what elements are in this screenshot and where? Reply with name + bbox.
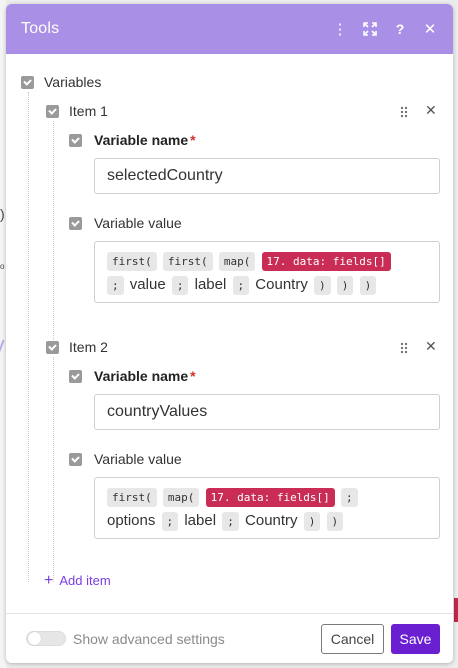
item-1-value-input[interactable]: first( first( map( 17. data: fields[] ; … — [94, 241, 440, 303]
text-token: options — [107, 512, 156, 530]
drag-handle-icon[interactable] — [400, 106, 408, 118]
panel-title: Tools — [21, 20, 60, 37]
function-token[interactable]: map( — [162, 487, 200, 507]
text-token: Country — [245, 512, 298, 530]
plus-icon: + — [44, 572, 54, 589]
item-2-name-checkbox[interactable] — [69, 370, 82, 383]
separator-token[interactable]: ; — [171, 275, 189, 295]
separator-token[interactable]: ; — [222, 511, 239, 531]
close-paren-token[interactable]: ) — [314, 275, 331, 295]
close-paren-token[interactable]: ) — [359, 275, 377, 295]
text-token: Country — [255, 276, 308, 294]
cancel-button[interactable]: Cancel — [321, 624, 384, 654]
separator-token[interactable]: ; — [107, 275, 124, 295]
panel-body: Variables Item 1 ✕ Variable name * select… — [6, 54, 453, 613]
function-token[interactable]: first( — [162, 251, 213, 271]
expand-icon[interactable] — [355, 4, 385, 54]
item-2-value-label: Variable value — [94, 451, 182, 467]
item-1-title: Item 1 — [69, 103, 108, 119]
tree-line — [53, 121, 54, 346]
close-paren-token[interactable]: ) — [326, 511, 344, 531]
remove-item-2-icon[interactable]: ✕ — [425, 338, 437, 355]
data-pill[interactable]: 17. data: fields[] — [261, 251, 391, 271]
item-1-name-input[interactable]: selectedCountry — [94, 158, 440, 194]
advanced-settings-toggle[interactable] — [26, 631, 66, 646]
close-paren-token[interactable]: ) — [303, 511, 321, 531]
data-pill[interactable]: 17. data: fields[] — [205, 487, 335, 507]
tree-line — [28, 92, 29, 582]
item-1-collapse-checkbox[interactable] — [46, 105, 59, 118]
item-1-name-label: Variable name * — [94, 132, 196, 148]
item-2-value-input[interactable]: first( map( 17. data: fields[] ; options… — [94, 477, 440, 539]
variables-label: Variables — [44, 74, 102, 90]
text-token: label — [194, 276, 227, 294]
save-button[interactable]: Save — [391, 624, 440, 654]
function-token[interactable]: first( — [107, 251, 157, 271]
required-marker: * — [190, 368, 196, 384]
item-2-name-input[interactable]: countryValues — [94, 394, 440, 430]
tools-panel: Tools ⋮ ? ✕ Variables Item 1 ✕ Variable … — [6, 4, 453, 663]
variables-collapse-checkbox[interactable] — [21, 76, 34, 89]
remove-item-1-icon[interactable]: ✕ — [425, 102, 437, 119]
item-2-collapse-checkbox[interactable] — [46, 341, 59, 354]
item-1-name-checkbox[interactable] — [69, 134, 82, 147]
separator-token[interactable]: ; — [161, 511, 179, 531]
separator-token[interactable]: ; — [340, 487, 358, 507]
advanced-settings-label: Show advanced settings — [73, 631, 225, 647]
add-item-button[interactable]: + Add item — [44, 572, 111, 590]
item-1-value-checkbox[interactable] — [69, 217, 82, 230]
canvas-glyph: ) — [0, 206, 5, 222]
item-2-value-checkbox[interactable] — [69, 453, 82, 466]
more-vertical-icon[interactable]: ⋮ — [325, 4, 355, 54]
item-2-name-label: Variable name * — [94, 368, 196, 384]
close-paren-token[interactable]: ) — [336, 275, 354, 295]
item-1-value-label: Variable value — [94, 215, 182, 231]
help-icon[interactable]: ? — [385, 4, 415, 54]
text-token: value — [129, 276, 166, 294]
panel-header: Tools ⋮ ? ✕ — [6, 4, 453, 54]
drag-handle-icon[interactable] — [400, 342, 408, 354]
close-icon[interactable]: ✕ — [415, 4, 445, 54]
required-marker: * — [190, 132, 196, 148]
tree-line — [53, 357, 54, 582]
function-token[interactable]: map( — [218, 251, 256, 271]
canvas-module-edge — [454, 598, 458, 622]
item-2-title: Item 2 — [69, 339, 108, 355]
function-token[interactable]: first( — [107, 487, 157, 507]
separator-token[interactable]: ; — [232, 275, 250, 295]
panel-footer: Show advanced settings Cancel Save — [6, 613, 453, 663]
canvas-glyph: o — [0, 262, 5, 271]
text-token: label — [184, 512, 217, 530]
